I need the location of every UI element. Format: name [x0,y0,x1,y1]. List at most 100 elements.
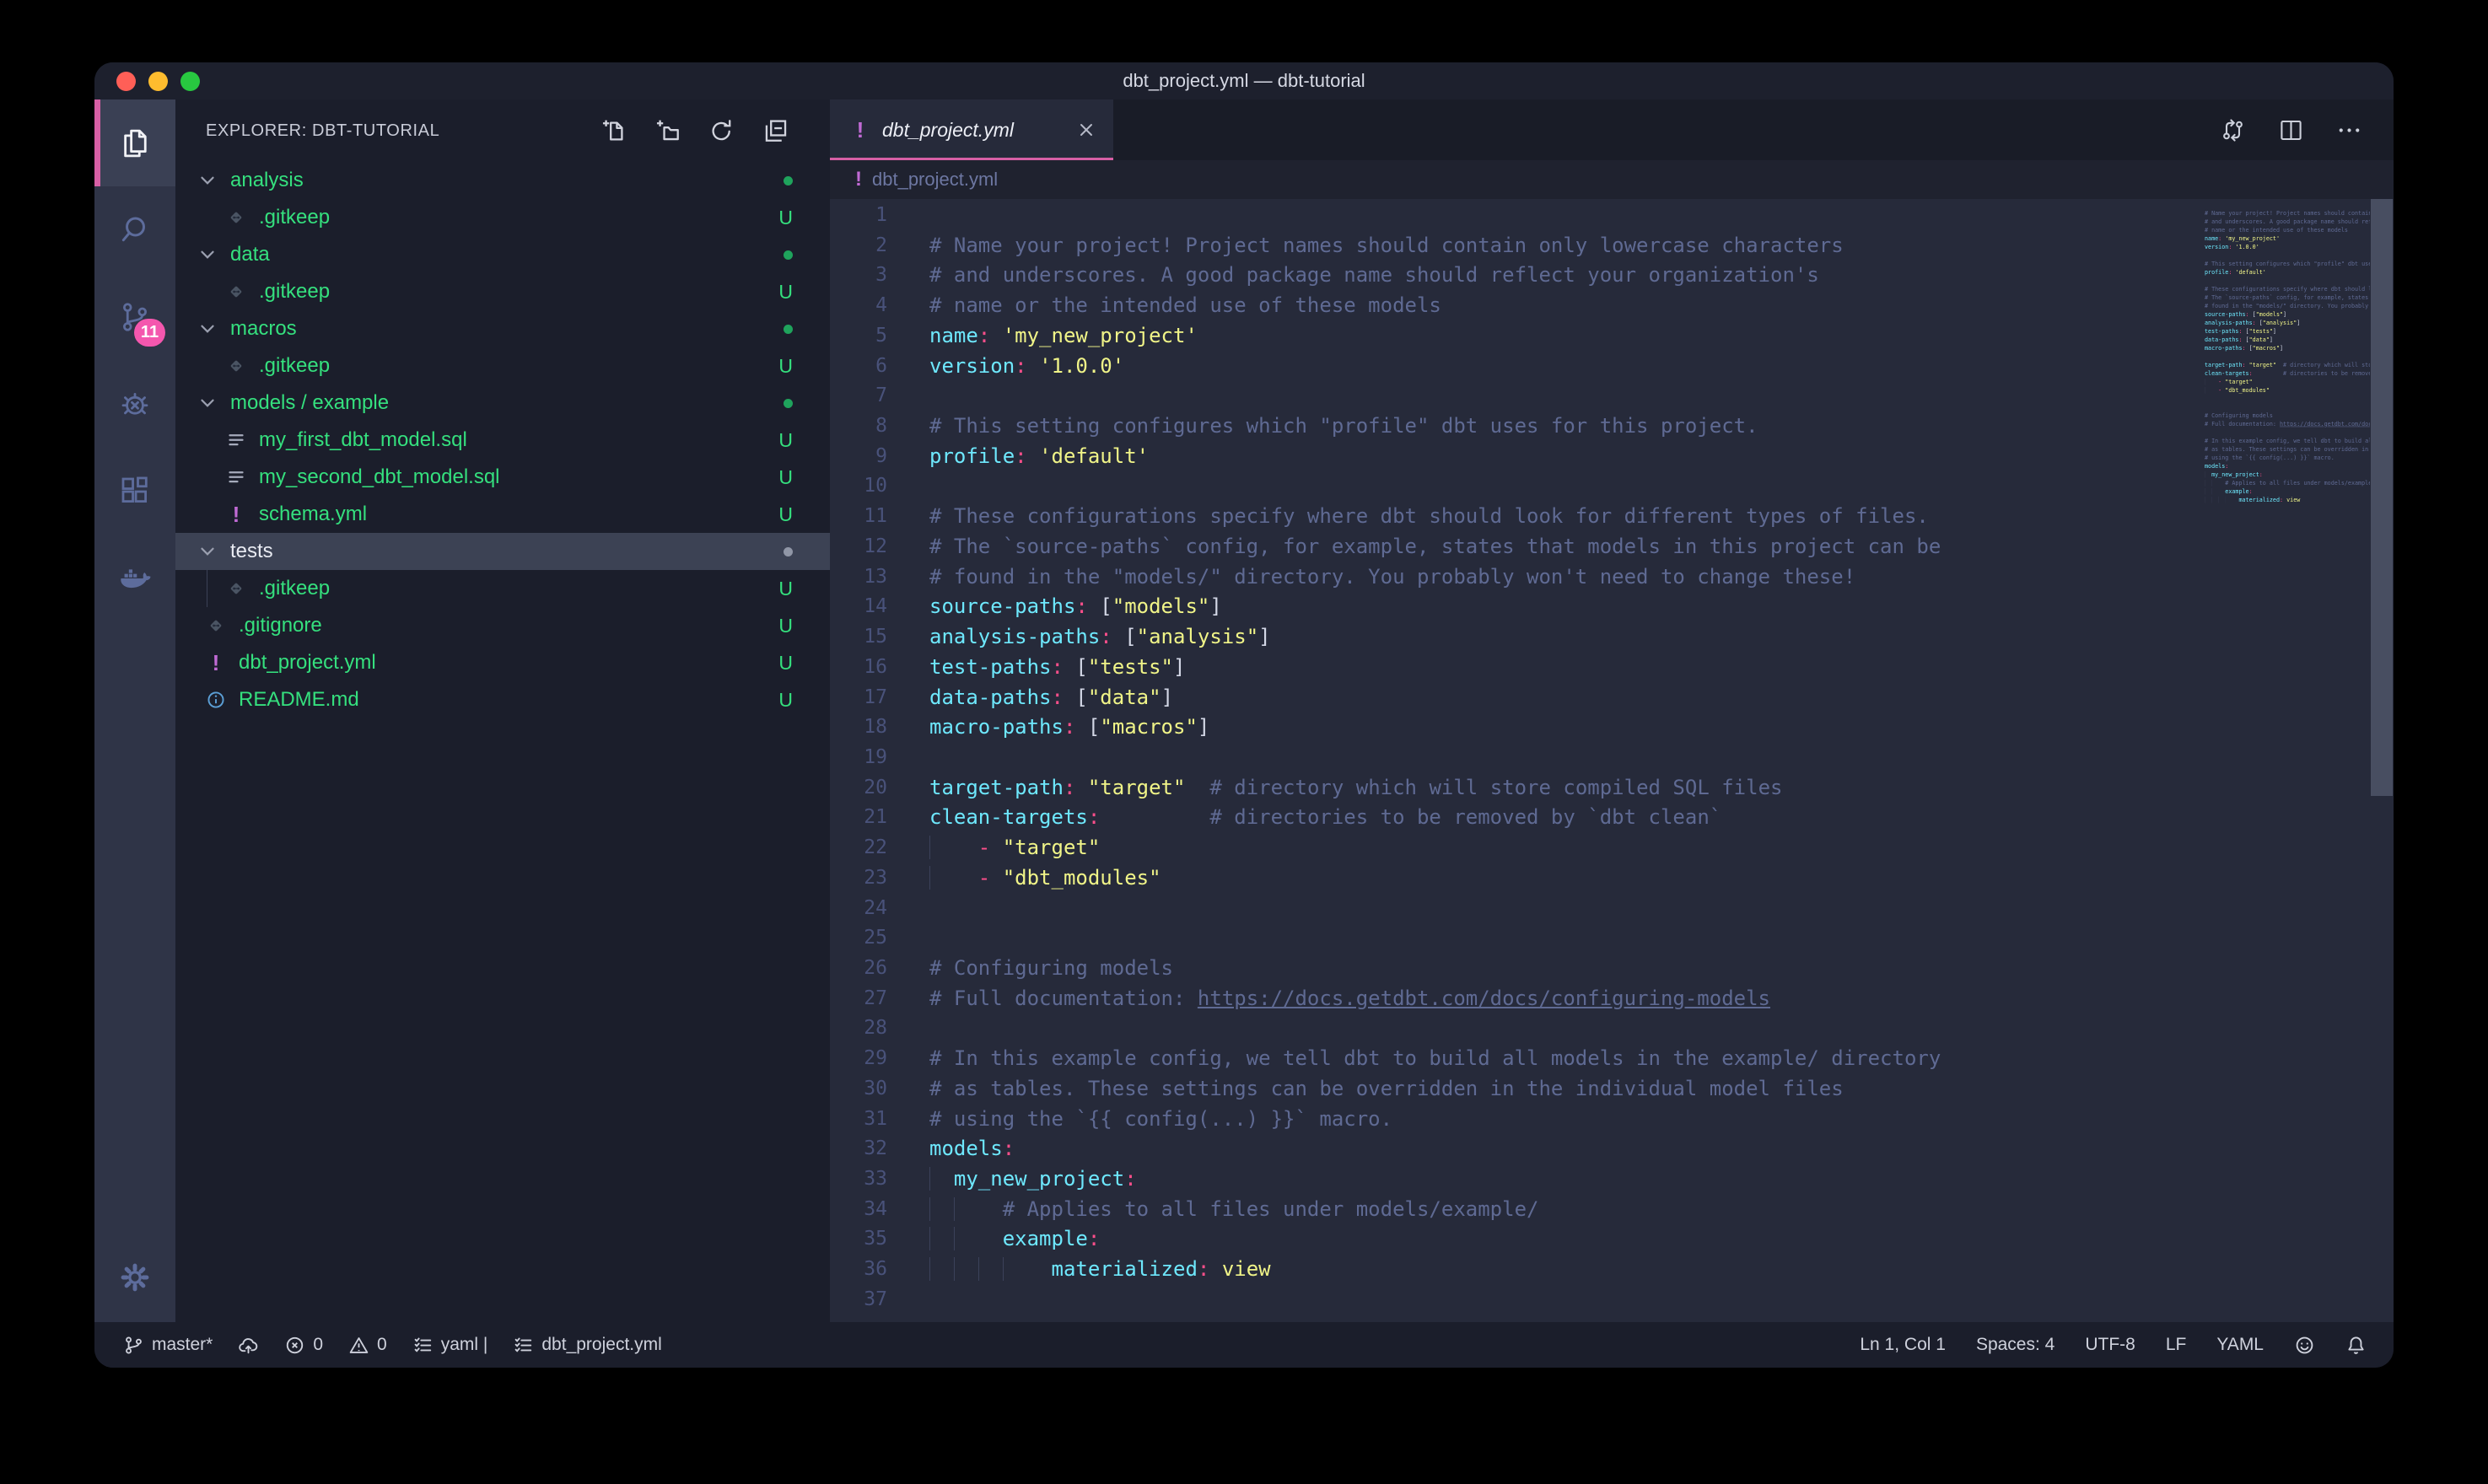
code-line-29[interactable]: 29# In this example config, we tell dbt … [830,1044,2394,1074]
split-editor-icon[interactable] [2277,116,2305,144]
tree-item-gitignore[interactable]: .gitignoreU [175,607,830,644]
line-number: 2 [830,231,887,261]
code-line-3[interactable]: 3# and underscores. A good package name … [830,261,2394,291]
line-number: 31 [830,1105,887,1135]
status-eol[interactable]: LF [2166,1335,2187,1355]
tree-item-macros[interactable]: macros [175,310,830,347]
collapse-folders-icon[interactable] [762,117,789,145]
code-line-25[interactable]: 25 [830,923,2394,954]
status-notifications[interactable] [2345,1335,2367,1356]
activity-item-extensions[interactable] [94,447,175,534]
minimap[interactable]: # Name your project! Project names shoul… [2188,199,2370,1322]
tree-item-models-example[interactable]: models / example [175,384,830,422]
code-line-31[interactable]: 31# using the `{{ config(...) }}` macro. [830,1105,2394,1135]
source-control-badge: 11 [134,319,165,347]
code-line-37[interactable]: 37 [830,1285,2394,1315]
status-branch[interactable]: master* [123,1335,213,1356]
code-line-4[interactable]: 4# name or the intended use of these mod… [830,291,2394,321]
code-line-5[interactable]: 5name: 'my_new_project' [830,321,2394,352]
activity-item-search[interactable] [94,186,175,273]
status-file-status[interactable]: dbt_project.yml [513,1335,661,1356]
code-line-21[interactable]: 21clean-targets: # directories to be rem… [830,803,2394,833]
code-line-15[interactable]: 15analysis-paths: ["analysis"] [830,622,2394,653]
code-line-2[interactable]: 2# Name your project! Project names shou… [830,231,2394,261]
title-bar[interactable]: dbt_project.yml — dbt-tutorial [94,62,2394,99]
code-line-13[interactable]: 13# found in the "models/" directory. Yo… [830,562,2394,593]
code-line-24[interactable]: 24 [830,894,2394,924]
tree-item-label: .gitkeep [259,280,330,304]
activity-item-explorer[interactable] [94,99,175,186]
new-file-icon[interactable] [600,117,627,145]
line-number: 29 [830,1044,887,1074]
code-line-26[interactable]: 26# Configuring models [830,954,2394,984]
more-actions-icon[interactable] [2335,116,2363,144]
code-line-10[interactable]: 10 [830,471,2394,502]
code-line-20[interactable]: 20target-path: "target" # directory whic… [830,773,2394,804]
tree-item-schema-yml[interactable]: !schema.ymlU [175,496,830,533]
minimize-button[interactable] [148,72,168,91]
activity-item-source-control[interactable]: 11 [94,273,175,360]
checklist-icon [412,1335,434,1356]
status-cursor-position[interactable]: Ln 1, Col 1 [1860,1335,1946,1355]
tree-item-tests[interactable]: tests [175,533,830,570]
code-line-30[interactable]: 30# as tables. These settings can be ove… [830,1074,2394,1105]
code-line-32[interactable]: 32models: [830,1134,2394,1164]
status-errors[interactable]: 0 [284,1335,323,1356]
status-warnings[interactable]: 0 [348,1335,387,1356]
code-line-35[interactable]: 35 example: [830,1224,2394,1255]
breadcrumb-file[interactable]: dbt_project.yml [872,169,998,191]
tab-dbt-project-yml[interactable]: ! dbt_project.yml [830,99,1113,160]
code-line-12[interactable]: 12# The `source-paths` config, for examp… [830,532,2394,562]
tree-item-readme-md[interactable]: README.mdU [175,681,830,718]
tree-item-gitkeep[interactable]: .gitkeepU [175,199,830,236]
tab-close-icon[interactable] [1076,120,1096,140]
code-line-36[interactable]: 36 materialized: view [830,1255,2394,1285]
tree-item-data[interactable]: data [175,236,830,273]
tree-item-analysis[interactable]: analysis [175,162,830,199]
code-line-1[interactable]: 1 [830,201,2394,231]
code-line-16[interactable]: 16test-paths: ["tests"] [830,653,2394,683]
editor-scrollbar[interactable] [2370,199,2394,1322]
code-line-7[interactable]: 7 [830,381,2394,411]
status-sync[interactable] [238,1335,259,1356]
close-button[interactable] [116,72,136,91]
status-indentation[interactable]: Spaces: 4 [1976,1335,2054,1355]
refresh-icon[interactable] [708,117,735,145]
code-line-11[interactable]: 11# These configurations specify where d… [830,502,2394,532]
code-line-33[interactable]: 33 my_new_project: [830,1164,2394,1195]
scrollbar-thumb[interactable] [2371,199,2393,796]
code-line-14[interactable]: 14source-paths: ["models"] [830,592,2394,622]
tree-item-gitkeep[interactable]: .gitkeepU [175,347,830,384]
zoom-button[interactable] [180,72,200,91]
line-number: 21 [830,803,887,833]
status-yaml-status[interactable]: yaml | [412,1335,488,1356]
new-folder-icon[interactable] [654,117,681,145]
code-line-19[interactable]: 19 [830,743,2394,773]
breadcrumb[interactable]: ! dbt_project.yml [830,160,2394,199]
activity-item-docker[interactable] [94,534,175,621]
status-language[interactable]: YAML [2216,1335,2264,1355]
code-line-8[interactable]: 8# This setting configures which "profil… [830,411,2394,442]
code-editor[interactable]: 12# Name your project! Project names sho… [830,199,2394,1322]
tree-item-gitkeep[interactable]: .gitkeepU [175,570,830,607]
tree-item-dbt-project-yml[interactable]: !dbt_project.ymlU [175,644,830,681]
status-encoding[interactable]: UTF-8 [2085,1335,2135,1355]
code-line-17[interactable]: 17data-paths: ["data"] [830,683,2394,713]
tree-item-my-second-dbt-model-sql[interactable]: my_second_dbt_model.sqlU [175,459,830,496]
code-line-23[interactable]: 23 - "dbt_modules" [830,863,2394,894]
status-feedback[interactable] [2294,1335,2315,1356]
activity-item-debug[interactable] [94,360,175,447]
code-line-6[interactable]: 6version: '1.0.0' [830,352,2394,382]
tree-item-my-first-dbt-model-sql[interactable]: my_first_dbt_model.sqlU [175,422,830,459]
code-line-18[interactable]: 18macro-paths: ["macros"] [830,712,2394,743]
code-line-19 [2193,352,2370,361]
code-line-27[interactable]: 27# Full documentation: https://docs.get… [830,984,2394,1014]
tree-item-gitkeep[interactable]: .gitkeepU [175,273,830,310]
warnings-icon [348,1335,369,1356]
code-line-28[interactable]: 28 [830,1014,2394,1044]
code-line-9[interactable]: 9profile: 'default' [830,442,2394,472]
code-line-22[interactable]: 22 - "target" [830,833,2394,863]
open-changes-icon[interactable] [2219,116,2247,144]
settings-button[interactable] [94,1236,175,1319]
code-line-34[interactable]: 34 # Applies to all files under models/e… [830,1195,2394,1225]
